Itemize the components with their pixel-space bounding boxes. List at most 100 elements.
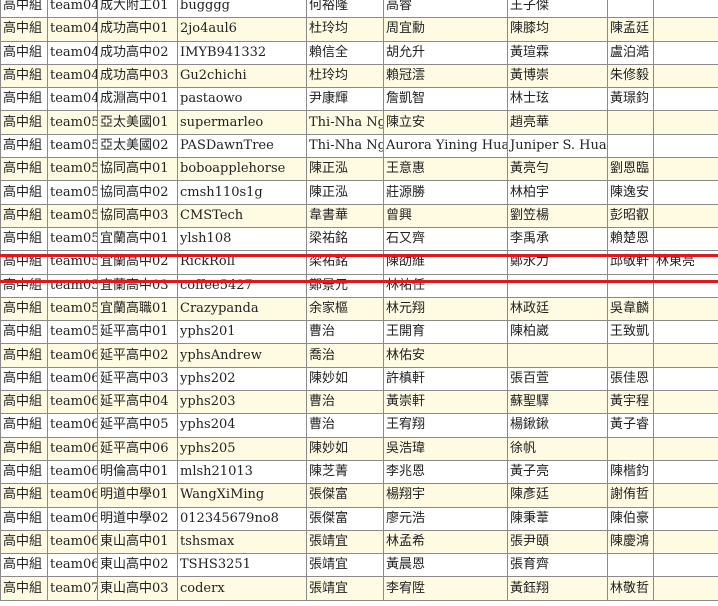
- member-3-cell: 陳孟廷: [607, 17, 654, 42]
- school-cell: 延平高中06: [97, 436, 178, 461]
- member-2-cell: 林柏宇: [507, 180, 608, 205]
- member-2-cell: 張育齊: [507, 553, 608, 578]
- member-3-cell: 張佳恩: [607, 366, 654, 392]
- member-3-cell: 彭昭叡: [607, 203, 654, 228]
- member-4-cell: [653, 63, 718, 89]
- team-id-cell: team063: [47, 413, 98, 438]
- member-1-cell: 詹凱智: [383, 87, 508, 112]
- division-cell: 高中組: [0, 157, 48, 182]
- table-row: 高中組team070東山高中03coderx張靖宜李宥陞黃鈺翔林敬哲: [0, 576, 718, 601]
- division-cell: 高中組: [0, 180, 48, 205]
- member-2-cell: [507, 273, 608, 298]
- member-2-cell: 陳柏崴: [507, 320, 608, 345]
- coach-cell: 梁祐銘: [306, 226, 384, 252]
- member-1-cell: 黃崇軒: [383, 390, 508, 415]
- team-name-cell: tshsmax: [177, 529, 307, 555]
- school-cell: 成功高中02: [97, 40, 178, 65]
- division-cell: 高中組: [0, 87, 48, 112]
- member-3-cell: 吳韋麟: [607, 296, 654, 322]
- member-4-cell: [653, 180, 718, 205]
- team-name-cell: CMSTech: [177, 203, 307, 228]
- member-4-cell: [653, 157, 718, 182]
- coach-cell: 杜玲均: [306, 17, 384, 42]
- school-cell: 東山高中01: [97, 529, 178, 555]
- member-3-cell: [607, 343, 654, 368]
- table-row: 高中組team069東山高中02TSHS3251張靖宜黃晨恩張育齊: [0, 553, 718, 578]
- division-cell: 高中組: [0, 110, 48, 135]
- coach-cell: 曹治: [306, 320, 384, 345]
- member-1-cell: 高睿: [383, 0, 508, 19]
- team-id-cell: team064: [47, 436, 98, 461]
- team-id-cell: team060: [47, 343, 98, 368]
- team-name-cell: yphsAndrew: [177, 343, 307, 368]
- member-4-cell: [653, 0, 718, 19]
- coach-cell: Thi-Nha Ngo: [306, 133, 384, 159]
- member-2-cell: 黃亮勻: [507, 157, 608, 182]
- member-3-cell: 陳逸安: [607, 180, 654, 205]
- table-row: 高中組team064延平高中06yphs205陳妙如吳浩瑋徐帆: [0, 436, 718, 461]
- division-cell: 高中組: [0, 413, 48, 438]
- school-cell: 亞太美國01: [97, 110, 178, 135]
- team-id-cell: team049: [47, 87, 98, 112]
- member-4-cell: [653, 413, 718, 438]
- member-3-cell: [607, 133, 654, 159]
- team-id-cell: team067: [47, 506, 98, 531]
- school-cell: 協同高中02: [97, 180, 178, 205]
- member-4-cell: [653, 506, 718, 531]
- member-2-cell: 徐帆: [507, 436, 608, 461]
- team-name-cell: 2jo4aul6: [177, 17, 307, 42]
- team-id-cell: team055: [47, 226, 98, 252]
- team-name-cell: yphs203: [177, 390, 307, 415]
- member-1-cell: 林元翔: [383, 296, 508, 322]
- table-row: 高中組team051亞太美國02PASDawnTreeThi-Nha NgoAu…: [0, 133, 718, 159]
- member-4-cell: [653, 273, 718, 298]
- member-4-cell: [653, 343, 718, 368]
- table-row: 高中組team054協同高中03CMSTech韋書華曾興劉笠楊彭昭叡: [0, 203, 718, 228]
- member-1-cell: 王開育: [383, 320, 508, 345]
- coach-cell: 陳正泓: [306, 180, 384, 205]
- member-3-cell: [607, 0, 654, 19]
- division-cell: 高中組: [0, 63, 48, 89]
- school-cell: 延平高中04: [97, 390, 178, 415]
- member-1-cell: 吳浩瑋: [383, 436, 508, 461]
- table-row: 高中組team057宜蘭高中03coffee5427鄭景元林祐任: [0, 273, 718, 298]
- coach-cell: 張靖宜: [306, 553, 384, 578]
- member-2-cell: 張百萱: [507, 366, 608, 392]
- team-name-cell: cmsh110s1g: [177, 180, 307, 205]
- table-row: 高中組team061延平高中03yphs202陳妙如許槙軒張百萱張佳恩: [0, 366, 718, 392]
- member-1-cell: 賴冠澐: [383, 63, 508, 89]
- member-1-cell: 李兆恩: [383, 459, 508, 485]
- division-cell: 高中組: [0, 296, 48, 322]
- member-4-cell: [653, 436, 718, 461]
- member-2-cell: 陳膝均: [507, 17, 608, 42]
- table-row: 高中組team045成大附工01bugggg何裕隆高睿王子傑: [0, 0, 718, 19]
- team-name-cell: IMYB941332: [177, 40, 307, 65]
- coach-cell: 張靖宜: [306, 529, 384, 555]
- team-id-cell: team057: [47, 273, 98, 298]
- team-id-cell: team070: [47, 576, 98, 601]
- division-cell: 高中組: [0, 576, 48, 601]
- school-cell: 延平高中05: [97, 413, 178, 438]
- member-2-cell: 陳秉葦: [507, 506, 608, 531]
- school-cell: 協同高中01: [97, 157, 178, 182]
- member-4-cell: [653, 576, 718, 601]
- member-4-cell: [653, 40, 718, 65]
- team-id-cell: team051: [47, 133, 98, 159]
- school-cell: 宜蘭高中01: [97, 226, 178, 252]
- table-row: 高中組team060延平高中02yphsAndrew喬治林佑安: [0, 343, 718, 368]
- team-id-cell: team061: [47, 366, 98, 392]
- table-row: 高中組team048成功高中03Gu2chichi杜玲均賴冠澐黃博崇朱修毅: [0, 63, 718, 89]
- highlight-line-top: [0, 254, 718, 257]
- division-cell: 高中組: [0, 506, 48, 531]
- team-name-cell: yphs204: [177, 413, 307, 438]
- coach-cell: 何裕隆: [306, 0, 384, 19]
- member-2-cell: 李禹承: [507, 226, 608, 252]
- division-cell: 高中組: [0, 320, 48, 345]
- member-1-cell: 林佑安: [383, 343, 508, 368]
- school-cell: 宜蘭高中03: [97, 273, 178, 298]
- member-1-cell: 許槙軒: [383, 366, 508, 392]
- division-cell: 高中組: [0, 553, 48, 578]
- member-4-cell: [653, 110, 718, 135]
- division-cell: 高中組: [0, 390, 48, 415]
- member-4-cell: [653, 390, 718, 415]
